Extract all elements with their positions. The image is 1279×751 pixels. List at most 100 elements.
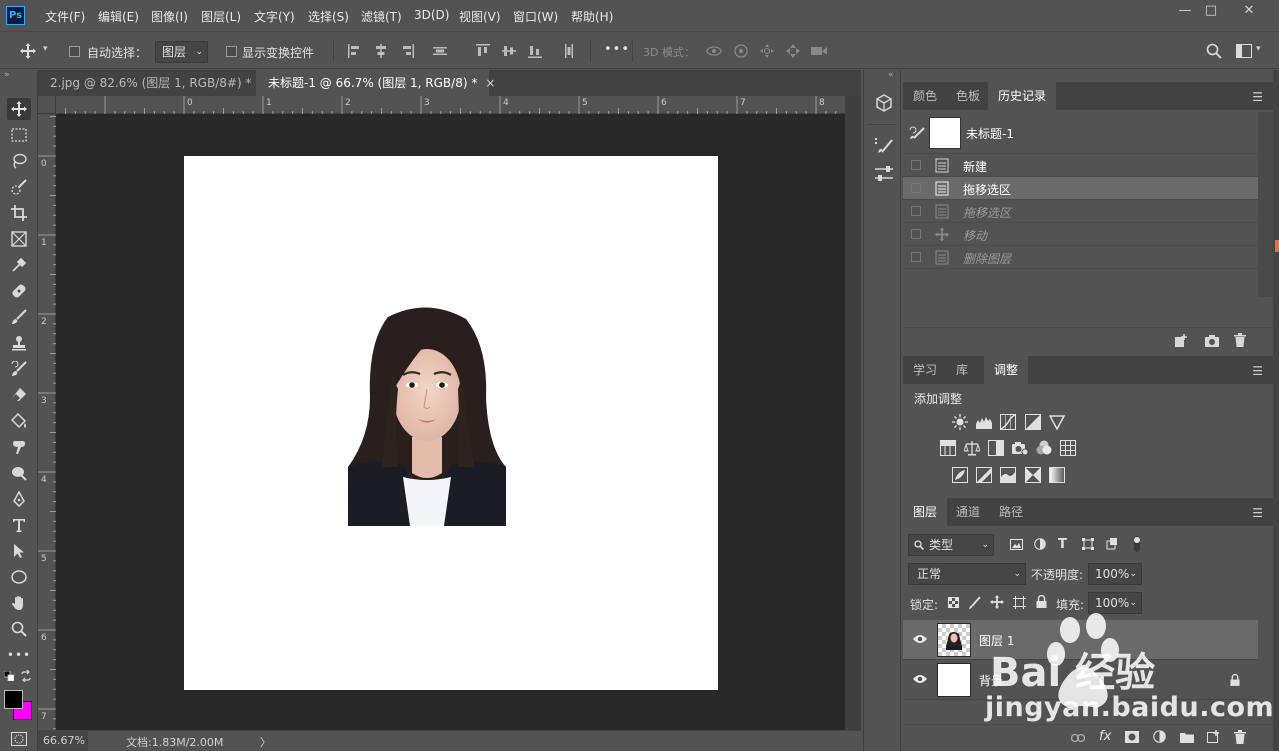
history-snapshot[interactable]: 未标题-1 bbox=[903, 112, 1258, 154]
horizontal-ruler[interactable]: 0 1 2 3 4 5 6 7 8 bbox=[38, 96, 845, 114]
tab-learn[interactable]: 学习 bbox=[903, 356, 947, 384]
tab-layers[interactable]: 图层 bbox=[903, 498, 948, 526]
panel-menu-icon[interactable]: ☰ bbox=[1252, 90, 1263, 104]
channel-mixer-icon[interactable] bbox=[1036, 440, 1052, 456]
3d-camera-icon[interactable] bbox=[810, 44, 828, 58]
3d-pan-icon[interactable] bbox=[759, 43, 775, 59]
collapse-toolbar-icon[interactable]: » bbox=[4, 70, 10, 80]
close-icon[interactable]: × bbox=[485, 76, 495, 90]
posterize-icon[interactable] bbox=[976, 467, 992, 483]
menu-3d[interactable]: 3D(D) bbox=[414, 8, 449, 22]
more-options-button[interactable]: ••• bbox=[604, 42, 630, 57]
brush-tool[interactable] bbox=[7, 306, 31, 328]
menu-file[interactable]: 文件(F) bbox=[45, 8, 85, 25]
history-item-new[interactable]: 新建 bbox=[903, 154, 1258, 177]
dodge-tool[interactable] bbox=[7, 462, 31, 484]
hue-saturation-icon[interactable] bbox=[940, 440, 956, 456]
history-checkbox[interactable] bbox=[911, 160, 921, 170]
properties-panel-icon[interactable] bbox=[874, 165, 894, 183]
menu-filter[interactable]: 滤镜(T) bbox=[361, 8, 402, 25]
tab-adjustments[interactable]: 调整 bbox=[984, 356, 1029, 384]
close-window-button[interactable]: ✕ bbox=[1234, 2, 1264, 20]
pixel-layer-filter-icon[interactable] bbox=[1010, 539, 1023, 550]
filter-toggle-icon[interactable] bbox=[1133, 536, 1141, 552]
gradient-map-icon[interactable] bbox=[1049, 467, 1065, 483]
auto-select-checkbox[interactable] bbox=[69, 46, 80, 57]
3d-slide-icon[interactable] bbox=[785, 43, 801, 59]
tool-preset-chevron-icon[interactable]: ▾ bbox=[43, 44, 48, 54]
3d-orbit-icon[interactable] bbox=[706, 44, 722, 58]
history-checkbox[interactable] bbox=[911, 206, 921, 216]
search-icon[interactable] bbox=[1206, 43, 1222, 59]
history-checkbox[interactable] bbox=[911, 252, 921, 262]
menu-window[interactable]: 窗口(W) bbox=[513, 8, 558, 25]
menu-type[interactable]: 文字(Y) bbox=[254, 8, 295, 25]
lock-image-icon[interactable] bbox=[969, 596, 981, 609]
align-left-icon[interactable] bbox=[348, 44, 362, 58]
ruler-origin[interactable] bbox=[38, 96, 56, 114]
lock-artboard-icon[interactable] bbox=[1013, 596, 1026, 609]
collapse-dock-icon[interactable]: « bbox=[888, 70, 894, 80]
workspace-icon[interactable] bbox=[1236, 44, 1252, 58]
history-scrollbar[interactable] bbox=[1258, 112, 1273, 297]
move-tool-icon[interactable] bbox=[20, 43, 36, 59]
align-middle-v-icon[interactable] bbox=[502, 44, 516, 58]
menu-image[interactable]: 图像(I) bbox=[151, 8, 188, 25]
tab-untitled-1[interactable]: 未标题-1 @ 66.7% (图层 1, RGB/8) * × bbox=[256, 70, 495, 96]
invert-icon[interactable] bbox=[952, 467, 968, 483]
vertical-scrollbar[interactable] bbox=[845, 96, 861, 730]
type-tool[interactable] bbox=[7, 514, 31, 536]
clone-stamp-tool[interactable] bbox=[7, 332, 31, 354]
distribute-vertical-icon[interactable] bbox=[433, 44, 447, 58]
paint-bucket-tool[interactable] bbox=[7, 410, 31, 432]
shape-layer-filter-icon[interactable] bbox=[1082, 538, 1094, 550]
move-tool[interactable] bbox=[7, 98, 31, 120]
brightness-icon[interactable] bbox=[952, 414, 968, 430]
color-balance-icon[interactable] bbox=[964, 440, 980, 456]
tab-paths[interactable]: 路径 bbox=[989, 498, 1033, 526]
tab-channels[interactable]: 通道 bbox=[946, 498, 990, 526]
type-layer-filter-icon[interactable]: T bbox=[1058, 537, 1067, 552]
maximize-button[interactable]: □ bbox=[1196, 2, 1226, 20]
lock-all-icon[interactable] bbox=[1036, 595, 1047, 608]
marquee-tool[interactable] bbox=[7, 124, 31, 146]
new-document-from-state-icon[interactable] bbox=[1174, 334, 1188, 348]
3d-roll-icon[interactable] bbox=[733, 43, 749, 59]
adjustment-layer-filter-icon[interactable] bbox=[1034, 538, 1046, 550]
distribute-horizontal-icon[interactable] bbox=[562, 44, 576, 58]
black-white-icon[interactable] bbox=[988, 440, 1004, 456]
trash-icon[interactable] bbox=[1234, 333, 1246, 347]
workspace-chevron-icon[interactable]: ▾ bbox=[1256, 44, 1261, 54]
eraser-tool[interactable] bbox=[7, 384, 31, 406]
selective-color-icon[interactable] bbox=[1025, 467, 1041, 483]
history-panel-icon[interactable] bbox=[874, 136, 894, 154]
eye-icon[interactable] bbox=[913, 634, 927, 644]
levels-icon[interactable] bbox=[976, 414, 992, 430]
crop-tool[interactable] bbox=[7, 202, 31, 224]
blur-tool[interactable] bbox=[7, 436, 31, 458]
menu-help[interactable]: 帮助(H) bbox=[571, 8, 613, 25]
lock-transparent-icon[interactable] bbox=[948, 597, 959, 608]
align-top-icon[interactable] bbox=[476, 44, 490, 58]
curves-icon[interactable] bbox=[1000, 414, 1016, 430]
blend-mode-dropdown[interactable]: 正常 ⌄ bbox=[908, 563, 1026, 585]
photo-filter-icon[interactable] bbox=[1012, 440, 1028, 456]
swap-colors-icon[interactable] bbox=[20, 670, 32, 682]
quick-mask-icon[interactable] bbox=[11, 732, 27, 746]
menu-edit[interactable]: 编辑(E) bbox=[98, 8, 139, 25]
lock-position-icon[interactable] bbox=[990, 595, 1004, 609]
menu-view[interactable]: 视图(V) bbox=[459, 8, 501, 25]
history-item-delete-layer[interactable]: 删除图层 bbox=[903, 246, 1258, 269]
zoom-field[interactable]: 66.67% bbox=[38, 731, 88, 751]
camera-icon[interactable] bbox=[1205, 334, 1219, 347]
opacity-field[interactable]: 100% ⌄ bbox=[1088, 563, 1142, 585]
tab-swatches[interactable]: 色板 bbox=[946, 82, 990, 110]
eye-icon[interactable] bbox=[913, 674, 927, 684]
auto-select-target-dropdown[interactable]: 图层 ⌄ bbox=[155, 41, 208, 63]
align-right-icon[interactable] bbox=[400, 44, 414, 58]
quick-select-tool[interactable] bbox=[7, 176, 31, 198]
shape-tool[interactable] bbox=[7, 566, 31, 588]
history-checkbox[interactable] bbox=[911, 229, 921, 239]
edit-toolbar-button[interactable]: ••• bbox=[7, 644, 31, 666]
history-item-move[interactable]: 移动 bbox=[903, 223, 1258, 246]
